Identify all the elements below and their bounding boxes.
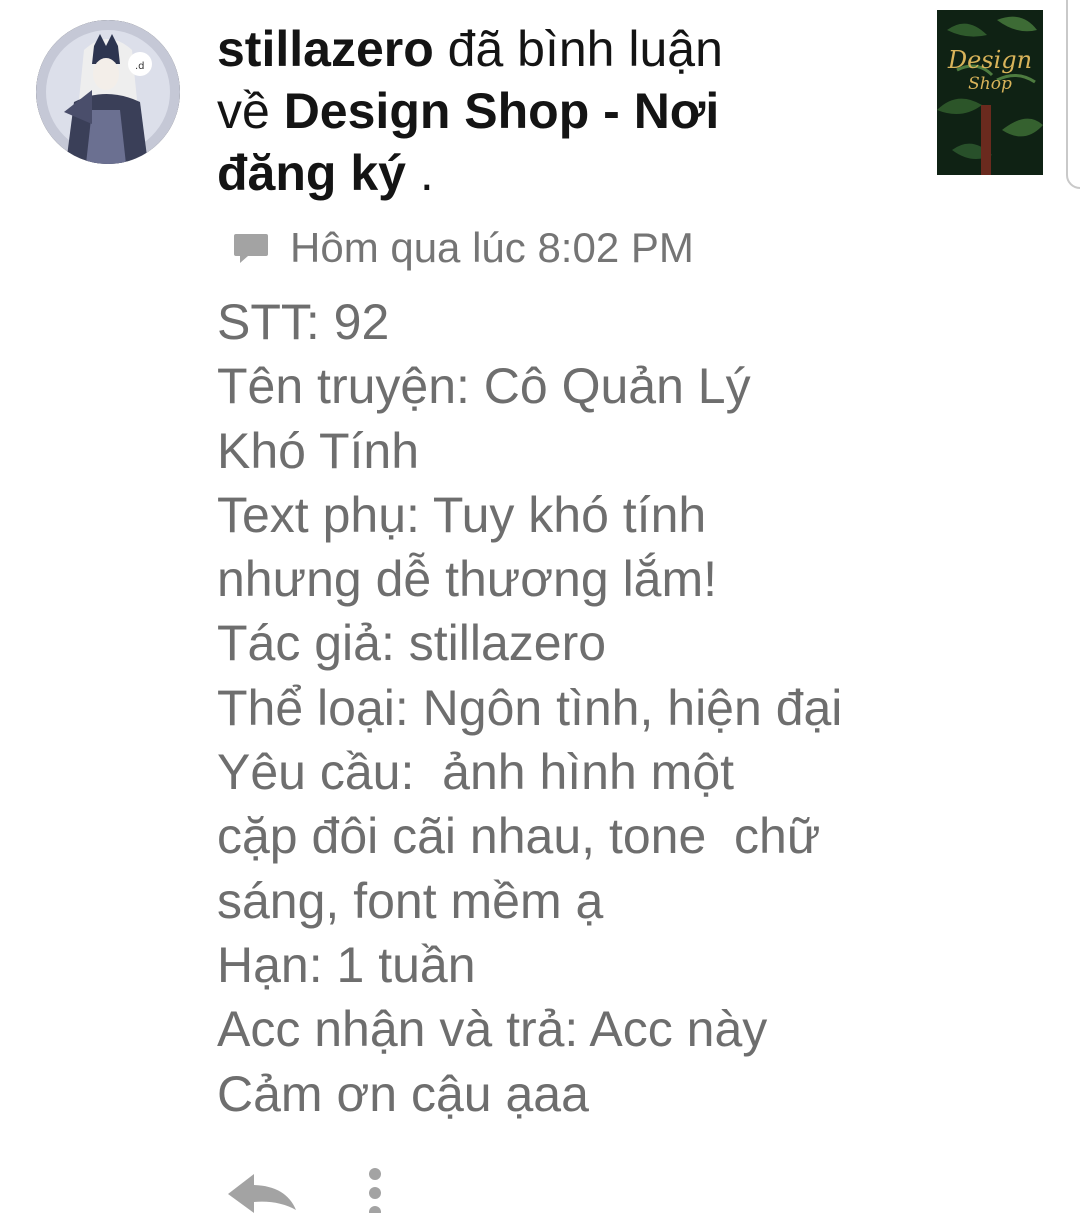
- comment-line: Cảm ơn cậu ạaa: [217, 1065, 589, 1122]
- headline-verb: đã bình luận: [433, 21, 723, 77]
- avatar[interactable]: .d: [36, 20, 180, 164]
- timestamp: Hôm qua lúc 8:02 PM: [290, 224, 694, 271]
- more-vertical-icon[interactable]: [360, 1166, 390, 1213]
- headline-preposition: về: [217, 83, 284, 139]
- story-thumbnail[interactable]: Design Shop: [937, 10, 1043, 175]
- svg-text:.d: .d: [135, 61, 145, 72]
- actor-name[interactable]: stillazero: [217, 21, 434, 77]
- comment-line: Acc nhận và trả: Acc này: [217, 1001, 768, 1058]
- comment-line: Khó Tính: [217, 422, 420, 479]
- adjacent-card-edge: [1066, 0, 1080, 189]
- comment-line: Tác giả: stillazero: [217, 615, 607, 672]
- comment-line: Thể loại: Ngôn tình, hiện đại: [217, 679, 843, 736]
- notification-headline: stillazero đã bình luận về Design Shop -…: [217, 18, 917, 204]
- target-title-part2[interactable]: đăng ký: [217, 145, 406, 201]
- comment-line: Tên truyện: Cô Quản Lý: [217, 358, 751, 415]
- avatar-image: .d: [36, 20, 180, 164]
- notification-item[interactable]: .d stillazero đã bình luận về Design Sho…: [0, 0, 1080, 1213]
- reply-arrow-icon[interactable]: [226, 1172, 298, 1213]
- target-title-part1[interactable]: Design Shop - Nơi: [284, 83, 720, 139]
- comment-line: STT: 92: [217, 294, 390, 350]
- comment-line: Yêu cầu: ảnh hình một: [217, 744, 735, 801]
- thumbnail-title-line2: Shop: [968, 74, 1012, 94]
- comment-line: Hạn: 1 tuần: [217, 936, 476, 993]
- thumbnail-title-line1: Design: [947, 46, 1033, 74]
- comment-line: nhưng dễ thương lắm!: [217, 551, 718, 608]
- comment-body: STT: 92 Tên truyện: Cô Quản Lý Khó Tính Tex…: [217, 290, 937, 1126]
- comment-line: Text phụ: Tuy khó tính: [217, 486, 707, 543]
- headline-suffix: .: [405, 145, 434, 201]
- notification-meta: Hôm qua lúc 8:02 PM: [232, 222, 694, 274]
- comment-line: sáng, font mềm ạ: [217, 872, 604, 929]
- comment-line: cặp đôi cãi nhau, tone chữ: [217, 808, 821, 865]
- comment-bubble-icon: [234, 234, 268, 263]
